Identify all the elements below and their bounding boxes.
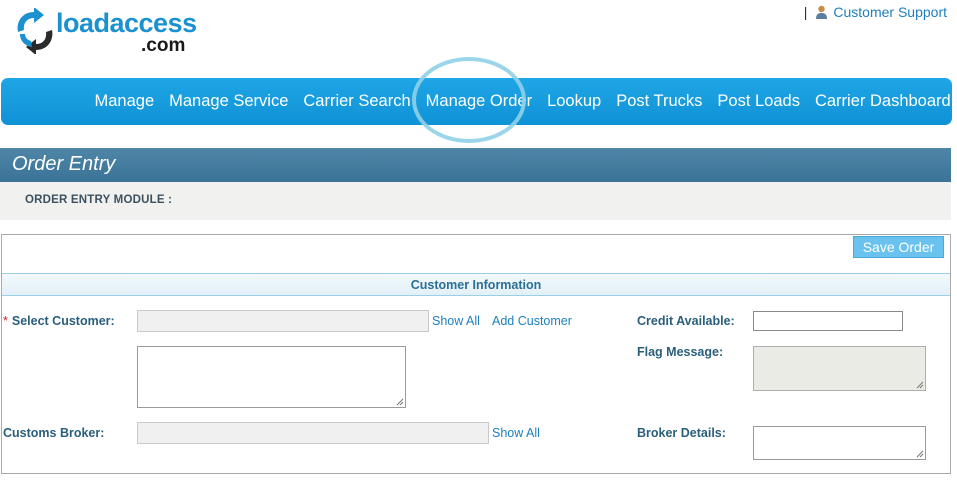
save-order-button[interactable]: Save Order [853,236,944,258]
resize-grip-icon [916,450,924,458]
required-marker: * [3,314,8,328]
customer-support-link[interactable]: Customer Support [833,4,947,20]
customs-broker-input[interactable] [137,422,489,444]
module-label: ORDER ENTRY MODULE : [25,194,173,206]
show-all-customers-link[interactable]: Show All [432,314,480,328]
nav-item-post-trucks[interactable]: Post Trucks [609,92,710,111]
arrows-cycle-icon [17,8,53,54]
nav-list: Manage Manage Service Carrier Search Manage… [87,78,957,125]
customer-information-bar: Customer Information [2,273,950,296]
credit-available-label: Credit Available: [637,314,735,328]
person-icon [816,5,828,19]
show-all-brokers-link[interactable]: Show All [492,426,540,440]
broker-details-label: Broker Details: [637,426,726,440]
nav-item-lookup[interactable]: Lookup [540,92,609,111]
nav-item-carrier-dashboard[interactable]: Carrier Dashboard [807,92,957,111]
main-navbar: Manage Manage Service Carrier Search Manage… [1,78,952,125]
customs-broker-label: Customs Broker: [3,426,105,440]
flag-message-textarea[interactable] [753,346,926,391]
order-form-panel: Save Order Customer Information * Select … [1,234,951,474]
brand-suffix: .com [141,35,186,56]
nav-item-manage-service[interactable]: Manage Service [162,92,296,111]
customer-support: | Customer Support [804,4,947,20]
nav-item-manage-order[interactable]: Manage Order [418,92,539,111]
add-customer-link[interactable]: Add Customer [492,314,572,328]
nav-item-manage[interactable]: Manage [87,92,162,111]
separator: | [803,4,808,20]
page-title: Order Entry [12,153,116,175]
order-entry-header: Order Entry [0,148,951,182]
select-customer-label: * Select Customer: [3,314,115,328]
select-customer-input[interactable] [137,310,429,332]
flag-message-label: Flag Message: [637,345,724,359]
nav-item-post-loads[interactable]: Post Loads [710,92,808,111]
broker-details-textarea[interactable] [753,426,926,460]
section-title: Customer Information [410,278,542,292]
resize-grip-icon [916,381,924,389]
brand-logo[interactable]: loadaccess .com [14,8,204,58]
nav-item-carrier-search[interactable]: Carrier Search [296,92,418,111]
module-bar: ORDER ENTRY MODULE : [0,182,951,220]
credit-available-input[interactable] [753,311,903,331]
resize-grip-icon [396,398,404,406]
customer-address-textarea[interactable] [137,346,406,408]
